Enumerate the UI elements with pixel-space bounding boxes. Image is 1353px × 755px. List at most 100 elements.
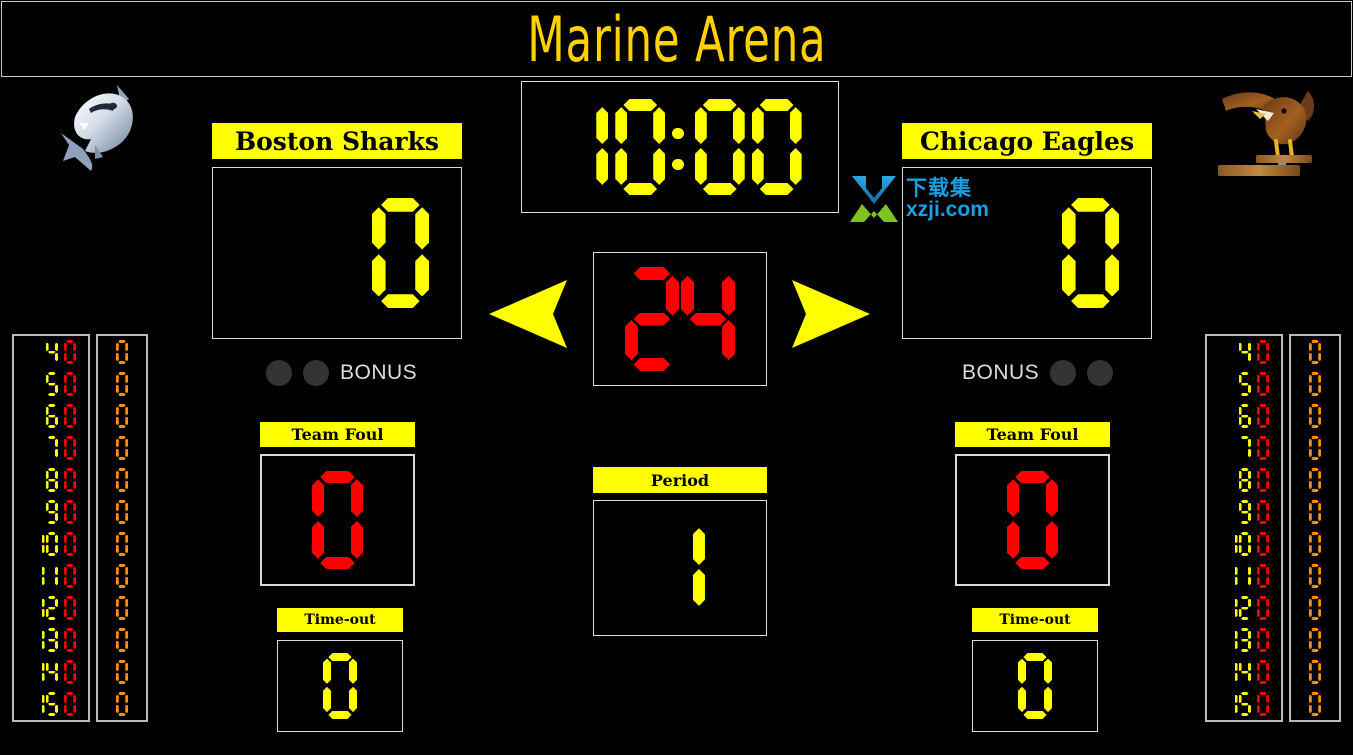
player-row[interactable] <box>20 660 82 684</box>
player-points <box>115 404 129 428</box>
seven-segment-digit <box>1308 564 1322 588</box>
player-fouls <box>58 564 82 588</box>
seven-segment-digit <box>681 267 736 371</box>
player-row[interactable] <box>1213 660 1275 684</box>
away-bonus[interactable]: BONUS <box>962 360 1114 386</box>
player-points-row[interactable] <box>1308 468 1322 492</box>
player-row[interactable] <box>20 468 82 492</box>
player-points-row[interactable] <box>1308 340 1322 364</box>
seven-segment-digit <box>63 500 77 524</box>
home-player-points-panel[interactable] <box>96 334 148 722</box>
player-points <box>1308 596 1322 620</box>
seven-segment-digit <box>1256 596 1270 620</box>
away-team-foul-display <box>955 454 1110 586</box>
player-number <box>1213 660 1251 684</box>
home-player-roster-panel[interactable] <box>12 334 90 722</box>
player-row[interactable] <box>20 500 82 524</box>
player-row[interactable] <box>1213 692 1275 716</box>
home-bonus[interactable]: BONUS <box>266 360 417 386</box>
player-points-row[interactable] <box>1308 628 1322 652</box>
seven-segment-digit <box>1256 692 1270 716</box>
player-number <box>1213 692 1251 716</box>
player-points-row[interactable] <box>1308 436 1322 460</box>
player-points-row[interactable] <box>115 660 129 684</box>
player-row[interactable] <box>1213 500 1275 524</box>
player-points-row[interactable] <box>115 596 129 620</box>
watermark-logo-icon <box>850 176 898 222</box>
home-bonus-dot-1[interactable] <box>266 360 292 386</box>
home-timeout-label: Time-out <box>277 608 403 632</box>
away-player-roster-panel[interactable] <box>1205 334 1283 722</box>
player-fouls <box>58 500 82 524</box>
player-points-row[interactable] <box>115 468 129 492</box>
player-row[interactable] <box>20 532 82 556</box>
seven-segment-digit <box>115 596 129 620</box>
player-points-row[interactable] <box>115 564 129 588</box>
player-points-row[interactable] <box>1308 564 1322 588</box>
seven-segment-digit <box>1308 436 1322 460</box>
seven-segment-digit <box>1225 532 1238 556</box>
seven-segment-digit <box>63 628 77 652</box>
player-row[interactable] <box>20 564 82 588</box>
player-row[interactable] <box>20 436 82 460</box>
player-points-row[interactable] <box>115 628 129 652</box>
possession-right-arrow-icon[interactable] <box>790 278 872 355</box>
player-row[interactable] <box>1213 628 1275 652</box>
seven-segment-digit <box>115 628 129 652</box>
seven-segment-digit <box>32 692 45 716</box>
player-points-row[interactable] <box>1308 500 1322 524</box>
player-points <box>115 628 129 652</box>
seven-segment-digit <box>1308 628 1322 652</box>
player-row[interactable] <box>20 340 82 364</box>
player-row[interactable] <box>20 628 82 652</box>
player-number <box>20 404 58 428</box>
player-row[interactable] <box>20 372 82 396</box>
player-points-row[interactable] <box>115 436 129 460</box>
player-points-row[interactable] <box>1308 660 1322 684</box>
player-row[interactable] <box>1213 564 1275 588</box>
home-team-name: Boston Sharks <box>235 126 439 156</box>
player-points-row[interactable] <box>115 372 129 396</box>
player-fouls <box>58 692 82 716</box>
player-points-row[interactable] <box>1308 692 1322 716</box>
player-row[interactable] <box>1213 532 1275 556</box>
away-bonus-dot-2[interactable] <box>1087 360 1114 386</box>
shark-logo <box>55 83 150 175</box>
seven-segment-digit <box>115 468 129 492</box>
player-points-row[interactable] <box>1308 372 1322 396</box>
player-fouls <box>1251 660 1275 684</box>
shot-clock-value <box>594 267 766 371</box>
period-label: Period <box>593 467 767 493</box>
player-points-row[interactable] <box>115 404 129 428</box>
player-points-row[interactable] <box>1308 532 1322 556</box>
seven-segment-digit <box>1308 500 1322 524</box>
player-number <box>20 500 58 524</box>
away-player-points-panel[interactable] <box>1289 334 1341 722</box>
seven-segment-digit <box>1238 404 1251 428</box>
player-row[interactable] <box>20 596 82 620</box>
player-row[interactable] <box>1213 596 1275 620</box>
seven-segment-digit <box>1007 471 1058 569</box>
player-points-row[interactable] <box>1308 404 1322 428</box>
player-row[interactable] <box>20 692 82 716</box>
player-row[interactable] <box>1213 404 1275 428</box>
player-points-row[interactable] <box>115 500 129 524</box>
player-row[interactable] <box>1213 372 1275 396</box>
possession-left-arrow-icon[interactable] <box>487 278 569 355</box>
away-score-value <box>1061 198 1119 308</box>
player-number <box>20 564 58 588</box>
player-points-row[interactable] <box>115 340 129 364</box>
player-row[interactable] <box>1213 468 1275 492</box>
player-fouls <box>1251 468 1275 492</box>
seven-segment-digit <box>46 436 58 460</box>
away-bonus-dot-1[interactable] <box>1050 360 1077 386</box>
player-points-row[interactable] <box>115 692 129 716</box>
away-timeout-value <box>973 653 1097 719</box>
player-row[interactable] <box>20 404 82 428</box>
player-points-row[interactable] <box>115 532 129 556</box>
player-points-row[interactable] <box>1308 596 1322 620</box>
player-row[interactable] <box>1213 436 1275 460</box>
home-bonus-dot-2[interactable] <box>303 360 329 386</box>
seven-segment-digit <box>1238 500 1251 524</box>
player-row[interactable] <box>1213 340 1275 364</box>
